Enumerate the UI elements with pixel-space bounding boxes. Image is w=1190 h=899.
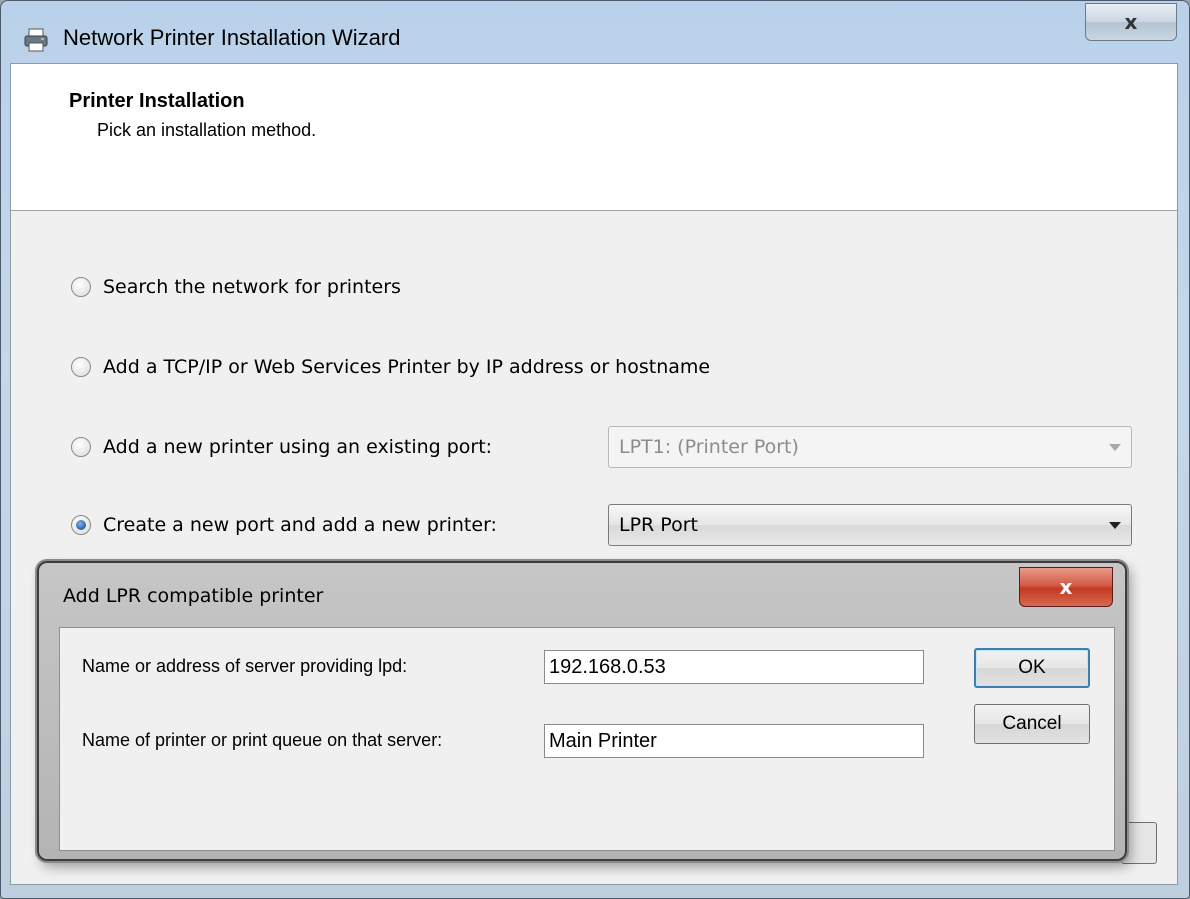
- radio-existing-port[interactable]: [71, 437, 91, 457]
- existing-port-value: LPT1: (Printer Port): [619, 436, 799, 458]
- existing-port-dropdown[interactable]: LPT1: (Printer Port): [608, 426, 1132, 468]
- ok-button[interactable]: OK: [974, 648, 1090, 688]
- printer-icon: [24, 28, 48, 52]
- option-label: Add a new printer using an existing port…: [103, 436, 493, 458]
- chevron-down-icon: [1109, 444, 1121, 451]
- option-existing-port[interactable]: Add a new printer using an existing port…: [71, 436, 492, 458]
- window-close-button[interactable]: x: [1085, 3, 1177, 41]
- dialog-close-button[interactable]: x: [1019, 567, 1113, 607]
- print-queue-input[interactable]: [544, 724, 924, 758]
- dialog-title: Add LPR compatible printer: [63, 585, 324, 607]
- cancel-button[interactable]: Cancel: [974, 704, 1090, 744]
- queue-label: Name of printer or print queue on that s…: [82, 730, 443, 750]
- option-create-new-port[interactable]: Create a new port and add a new printer:: [71, 514, 497, 536]
- wizard-header: Printer Installation Pick an installatio…: [11, 64, 1177, 211]
- option-tcpip-printer[interactable]: Add a TCP/IP or Web Services Printer by …: [71, 356, 710, 378]
- option-label: Add a TCP/IP or Web Services Printer by …: [103, 356, 711, 378]
- window-title: Network Printer Installation Wizard: [63, 25, 401, 50]
- server-label: Name or address of server providing lpd:: [82, 656, 408, 676]
- radio-search-network[interactable]: [71, 277, 91, 297]
- dialog-client-area: Name or address of server providing lpd:…: [59, 627, 1115, 851]
- close-icon: x: [1059, 575, 1073, 599]
- page-title: Printer Installation: [69, 90, 245, 112]
- option-label: Search the network for printers: [103, 276, 401, 298]
- wizard-window: Network Printer Installation Wizard x Pr…: [0, 0, 1190, 899]
- new-port-type-dropdown[interactable]: LPR Port: [608, 504, 1132, 546]
- close-icon: x: [1124, 10, 1138, 34]
- add-lpr-printer-dialog: Add LPR compatible printer x Name or add…: [37, 561, 1127, 861]
- page-subtitle: Pick an installation method.: [97, 120, 317, 140]
- option-label: Create a new port and add a new printer:: [103, 514, 497, 536]
- option-search-network[interactable]: Search the network for printers: [71, 276, 401, 298]
- radio-tcpip-printer[interactable]: [71, 357, 91, 377]
- server-address-input[interactable]: [544, 650, 924, 684]
- radio-create-new-port[interactable]: [71, 515, 91, 535]
- new-port-type-value: LPR Port: [619, 514, 698, 536]
- wizard-titlebar[interactable]: Network Printer Installation Wizard x: [1, 1, 1189, 61]
- chevron-down-icon: [1109, 522, 1121, 529]
